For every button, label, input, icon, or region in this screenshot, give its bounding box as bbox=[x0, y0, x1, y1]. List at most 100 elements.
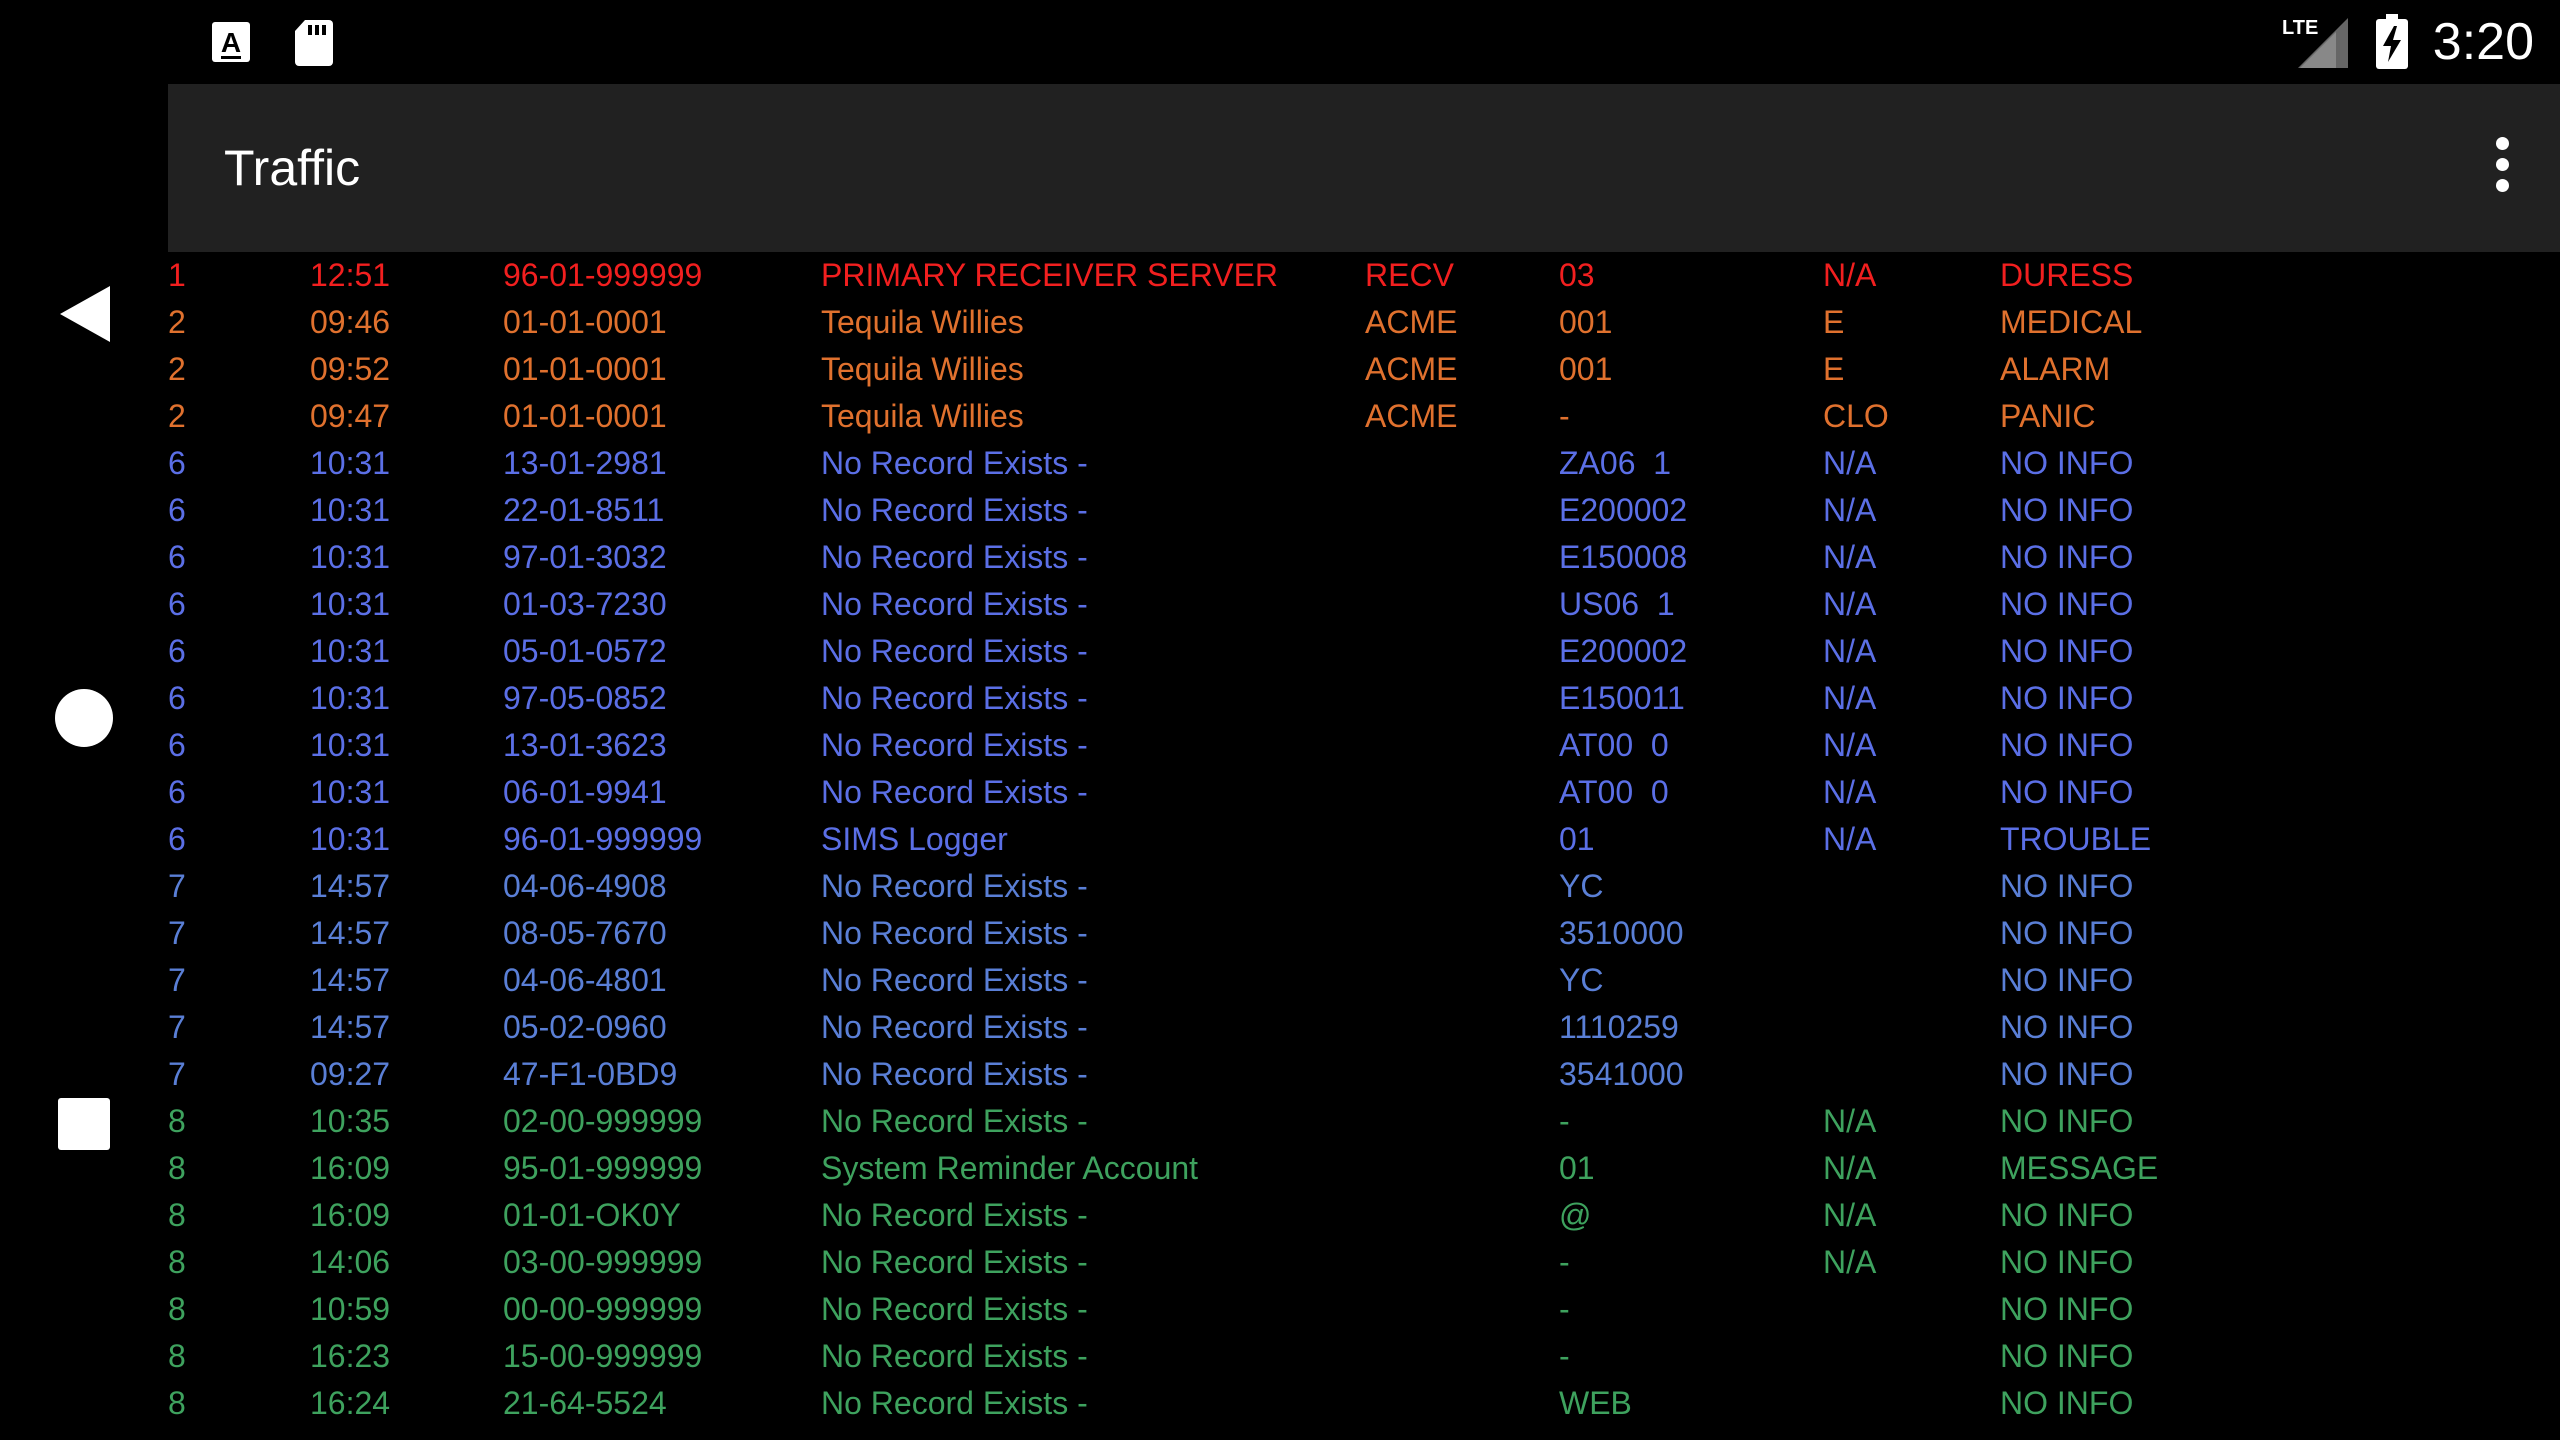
table-row[interactable]: 6 10:31 97-01-3032 No Record Exists - E15000… bbox=[168, 534, 2560, 581]
row-event: MEDICAL bbox=[2000, 304, 2143, 340]
row-event: DURESS bbox=[2000, 257, 2134, 293]
table-row[interactable]: 6 10:31 05-01-0572 No Record Exists - E20000… bbox=[168, 628, 2560, 675]
table-row[interactable]: 8 16:23 15-00-999999 No Record Exists - - NO … bbox=[168, 1333, 2560, 1380]
table-row[interactable]: 8 16:09 01-01-OK0Y No Record Exists - @ N/A NO… bbox=[168, 1192, 2560, 1239]
navigation-bar bbox=[0, 84, 168, 1440]
row-account-name: No Record Exists - bbox=[821, 774, 1088, 810]
lte-signal-icon: LTE bbox=[2282, 17, 2348, 68]
back-button[interactable] bbox=[34, 264, 134, 364]
table-row[interactable]: 8 14:06 03-00-999999 No Record Exists - - N/A… bbox=[168, 1239, 2560, 1286]
row-account-name: No Record Exists - bbox=[821, 445, 1088, 481]
row-zone: @ bbox=[1559, 1197, 1592, 1233]
overflow-menu-button[interactable] bbox=[2484, 130, 2520, 206]
row-event: NO INFO bbox=[2000, 586, 2134, 622]
row-account-number: 08-05-7670 bbox=[503, 915, 667, 951]
row-zone: 001 bbox=[1559, 304, 1613, 340]
row-time: 09:46 bbox=[310, 304, 391, 340]
row-account-name: No Record Exists - bbox=[821, 1009, 1088, 1045]
table-row[interactable]: 8 16:09 95-01-999999 System Reminder Accoun… bbox=[168, 1145, 2560, 1192]
row-type: CLO bbox=[1823, 398, 1889, 434]
row-account-name: No Record Exists - bbox=[821, 1244, 1088, 1280]
row-account-name: No Record Exists - bbox=[821, 1385, 1088, 1421]
row-level: 8 bbox=[168, 1244, 186, 1280]
row-account-number: 01-01-0001 bbox=[503, 304, 667, 340]
table-row[interactable]: 2 09:47 01-01-0001 Tequila Willies ACME - CLO P… bbox=[168, 393, 2560, 440]
row-time: 10:35 bbox=[310, 1103, 391, 1139]
more-vert-icon bbox=[2484, 137, 2520, 192]
font-download-icon: A bbox=[212, 22, 250, 62]
row-account-number: 01-03-7230 bbox=[503, 586, 667, 622]
row-event: NO INFO bbox=[2000, 1338, 2134, 1374]
table-row[interactable]: 6 10:31 22-01-8511 No Record Exists - E20000… bbox=[168, 487, 2560, 534]
row-zone: AT00 0 bbox=[1559, 727, 1669, 763]
row-type: N/A bbox=[1823, 539, 1877, 575]
row-type: N/A bbox=[1823, 445, 1877, 481]
row-event: NO INFO bbox=[2000, 680, 2134, 716]
row-account-name: No Record Exists - bbox=[821, 1056, 1088, 1092]
table-row[interactable]: 6 10:31 06-01-9941 No Record Exists - AT00 0… bbox=[168, 769, 2560, 816]
row-event: NO INFO bbox=[2000, 633, 2134, 669]
row-level: 8 bbox=[168, 1197, 186, 1233]
row-level: 8 bbox=[168, 1103, 186, 1139]
table-row[interactable]: 7 09:27 47-F1-0BD9 No Record Exists - 354100… bbox=[168, 1051, 2560, 1098]
row-account-number: 04-06-4801 bbox=[503, 962, 667, 998]
row-event: TROUBLE bbox=[2000, 821, 2152, 857]
row-time: 16:09 bbox=[310, 1197, 391, 1233]
table-row[interactable]: 8 16:24 21-64-5524 No Record Exists - WEB NO … bbox=[168, 1380, 2560, 1427]
row-level: 6 bbox=[168, 539, 186, 575]
row-zone: YC bbox=[1559, 962, 1604, 998]
row-event: NO INFO bbox=[2000, 492, 2134, 528]
row-time: 10:31 bbox=[310, 633, 391, 669]
table-row[interactable]: 6 10:31 13-01-3623 No Record Exists - AT00 0… bbox=[168, 722, 2560, 769]
row-account-number: 05-02-0960 bbox=[503, 1009, 667, 1045]
table-row[interactable]: 7 14:57 04-06-4801 No Record Exists - YC NO I… bbox=[168, 957, 2560, 1004]
status-clock: 3:20 bbox=[2432, 13, 2534, 71]
row-level: 6 bbox=[168, 774, 186, 810]
screen: A LTE 3:20 Traffic 1 12:51 96-01-999999 … bbox=[0, 0, 2560, 1440]
row-zone: - bbox=[1559, 1291, 1570, 1327]
table-row[interactable]: 8 10:59 00-00-999999 No Record Exists - - NO … bbox=[168, 1286, 2560, 1333]
row-account-name: No Record Exists - bbox=[821, 633, 1088, 669]
table-row[interactable]: 6 10:31 01-03-7230 No Record Exists - US06 1… bbox=[168, 581, 2560, 628]
row-time: 10:31 bbox=[310, 586, 391, 622]
row-receiver: RECV bbox=[1365, 257, 1454, 293]
table-row[interactable]: 1 12:51 96-01-999999 PRIMARY RECEIVER SERVE… bbox=[168, 252, 2560, 299]
row-event: NO INFO bbox=[2000, 1244, 2134, 1280]
row-type: N/A bbox=[1823, 1244, 1877, 1280]
row-account-number: 21-64-5524 bbox=[503, 1385, 667, 1421]
table-row[interactable]: 7 14:57 05-02-0960 No Record Exists - 111025… bbox=[168, 1004, 2560, 1051]
row-event: NO INFO bbox=[2000, 1197, 2134, 1233]
row-level: 1 bbox=[168, 257, 186, 293]
row-zone: 01 bbox=[1559, 1150, 1595, 1186]
table-row[interactable]: 6 10:31 96-01-999999 SIMS Logger 01 N/A TROUBL… bbox=[168, 816, 2560, 863]
table-row[interactable]: 7 14:57 08-05-7670 No Record Exists - 351000… bbox=[168, 910, 2560, 957]
row-time: 09:52 bbox=[310, 351, 391, 387]
row-event: NO INFO bbox=[2000, 445, 2134, 481]
row-level: 8 bbox=[168, 1385, 186, 1421]
row-event: NO INFO bbox=[2000, 1103, 2134, 1139]
row-account-number: 97-05-0852 bbox=[503, 680, 667, 716]
row-type: N/A bbox=[1823, 586, 1877, 622]
row-time: 10:31 bbox=[310, 821, 391, 857]
row-level: 6 bbox=[168, 445, 186, 481]
row-event: NO INFO bbox=[2000, 1291, 2134, 1327]
app-bar: Traffic bbox=[168, 84, 2560, 252]
table-row[interactable]: 7 14:57 04-06-4908 No Record Exists - YC NO I… bbox=[168, 863, 2560, 910]
table-row[interactable]: 2 09:52 01-01-0001 Tequila Willies ACME 001 E A… bbox=[168, 346, 2560, 393]
row-zone: 1110259 bbox=[1559, 1009, 1679, 1045]
row-account-name: No Record Exists - bbox=[821, 586, 1088, 622]
table-row[interactable]: 6 10:31 13-01-2981 No Record Exists - ZA06 1… bbox=[168, 440, 2560, 487]
traffic-list[interactable]: 1 12:51 96-01-999999 PRIMARY RECEIVER SERVE… bbox=[168, 252, 2560, 1440]
home-button[interactable] bbox=[34, 668, 134, 768]
row-account-name: System Reminder Account bbox=[821, 1150, 1199, 1186]
table-row[interactable]: 2 09:46 01-01-0001 Tequila Willies ACME 001 E M… bbox=[168, 299, 2560, 346]
row-account-name: No Record Exists - bbox=[821, 915, 1088, 951]
recents-button[interactable] bbox=[34, 1074, 134, 1174]
row-level: 8 bbox=[168, 1291, 186, 1327]
table-row[interactable]: 8 10:35 02-00-999999 No Record Exists - - N/A… bbox=[168, 1098, 2560, 1145]
table-row[interactable]: 6 10:31 97-05-0852 No Record Exists - E15001… bbox=[168, 675, 2560, 722]
row-event: NO INFO bbox=[2000, 915, 2134, 951]
row-account-name: No Record Exists - bbox=[821, 1338, 1088, 1374]
row-level: 2 bbox=[168, 398, 186, 434]
row-type: N/A bbox=[1823, 821, 1877, 857]
